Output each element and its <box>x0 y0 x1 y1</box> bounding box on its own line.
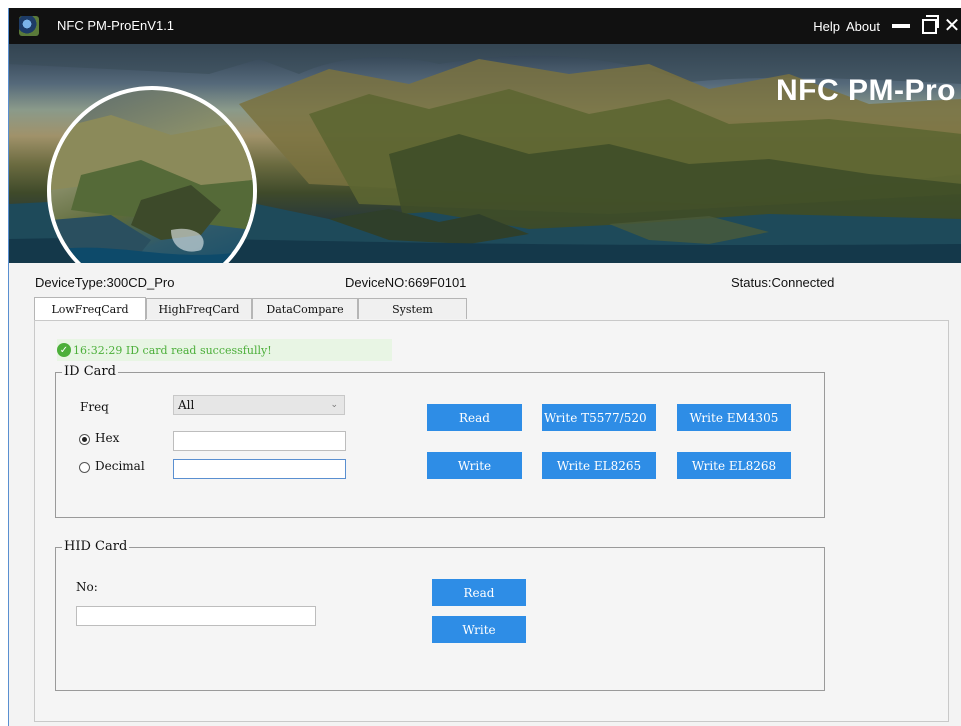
about-menu[interactable]: About <box>846 19 880 34</box>
chevron-down-icon: ⌄ <box>330 400 338 410</box>
connection-status-label: Status:Connected <box>731 275 835 290</box>
brand-title: NFC PM-Pro <box>776 74 956 107</box>
id-card-legend: ID Card <box>62 364 118 379</box>
hid-read-button[interactable]: Read <box>432 579 526 606</box>
id-read-button[interactable]: Read <box>427 404 522 431</box>
status-message-text: 16:32:29 ID card read successfully! <box>73 343 272 357</box>
close-icon: ✕ <box>943 15 961 37</box>
hex-label: Hex <box>95 431 120 445</box>
freq-select-value: All <box>178 398 195 412</box>
status-message: ✓ 16:32:29 ID card read successfully! <box>57 339 392 361</box>
device-type-label: DeviceType:300CD_Pro <box>35 275 175 290</box>
header-banner: NFC PM-Pro <box>9 44 961 263</box>
freq-select[interactable]: All ⌄ <box>173 395 345 415</box>
hid-number-input[interactable] <box>76 606 316 626</box>
hid-card-legend: HID Card <box>62 539 130 554</box>
write-em4305-button[interactable]: Write EM4305 <box>677 404 791 431</box>
decimal-radio[interactable] <box>79 462 90 473</box>
decimal-input[interactable] <box>173 459 346 479</box>
restore-icon <box>921 14 939 34</box>
minimize-button[interactable] <box>886 15 916 37</box>
title-bar[interactable]: NFC PM-ProEnV1.1 Help About ✕ <box>9 8 961 44</box>
id-card-group: ID Card Freq All ⌄ Hex Decimal Read Writ… <box>55 364 825 518</box>
device-number-label: DeviceNO:669F0101 <box>345 275 467 290</box>
help-menu[interactable]: Help <box>813 19 840 34</box>
tab-data-compare[interactable]: DataCompare <box>252 298 358 319</box>
close-button[interactable]: ✕ <box>942 15 961 37</box>
write-el8265-button[interactable]: Write EL8265 <box>542 452 656 479</box>
success-check-icon: ✓ <box>57 343 71 357</box>
tab-low-freq-card[interactable]: LowFreqCard <box>34 297 146 320</box>
tab-bar: LowFreqCard HighFreqCard DataCompare Sys… <box>34 297 467 320</box>
hid-write-button[interactable]: Write <box>432 616 526 643</box>
write-t5577-button[interactable]: Write T5577/520 <box>542 404 656 431</box>
hid-number-label: No: <box>76 580 98 594</box>
app-logo-icon <box>19 16 39 36</box>
app-window: NFC PM-ProEnV1.1 Help About ✕ NFC PM-Pro… <box>8 8 961 726</box>
decimal-label: Decimal <box>95 459 145 473</box>
write-el8268-button[interactable]: Write EL8268 <box>677 452 791 479</box>
tab-high-freq-card[interactable]: HighFreqCard <box>146 298 252 319</box>
low-freq-card-panel: ✓ 16:32:29 ID card read successfully! ID… <box>34 320 949 722</box>
hex-input[interactable] <box>173 431 346 451</box>
tab-system[interactable]: System <box>358 298 467 319</box>
window-title: NFC PM-ProEnV1.1 <box>57 18 175 33</box>
maximize-button[interactable] <box>916 14 942 37</box>
title-bar-controls: Help About ✕ <box>813 8 961 44</box>
id-write-button[interactable]: Write <box>427 452 522 479</box>
freq-label: Freq <box>80 400 109 414</box>
minimize-icon <box>892 24 910 28</box>
hid-card-group: HID Card No: Read Write <box>55 539 825 691</box>
hex-radio[interactable] <box>79 434 90 445</box>
